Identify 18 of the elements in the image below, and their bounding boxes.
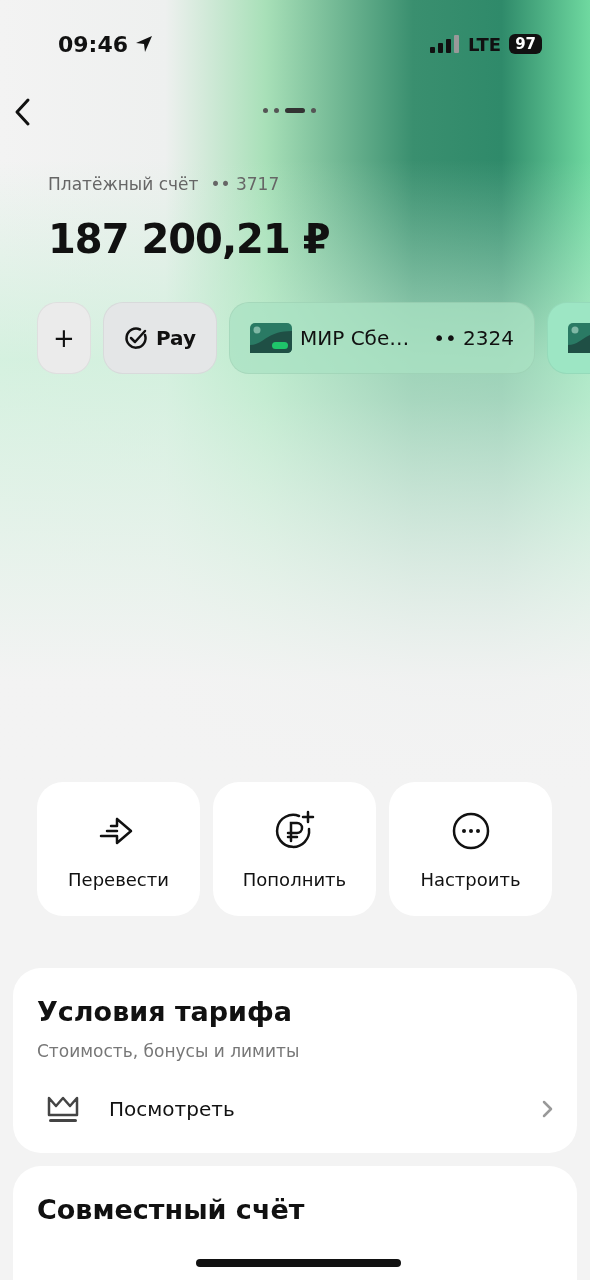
card-title: Совместный счёт bbox=[37, 1194, 306, 1225]
pay-button[interactable]: Pay bbox=[103, 302, 217, 374]
account-number: •• 3717 bbox=[210, 174, 280, 194]
action-button[interactable]: Пополнить bbox=[213, 782, 376, 916]
status-time: 09:46 bbox=[58, 31, 129, 57]
add-button[interactable]: + bbox=[37, 302, 91, 374]
card-chip[interactable]: МИР Сбе… •• 2324 bbox=[229, 302, 535, 374]
card-subtitle: Стоимость, бонусы и лимиты bbox=[37, 1041, 301, 1061]
action-button[interactable]: Перевести bbox=[37, 782, 200, 916]
card-number: •• 2324 bbox=[433, 326, 514, 350]
card-name: МИР Сбе… bbox=[300, 326, 410, 350]
action-button[interactable]: Настроить bbox=[389, 782, 552, 916]
network-type: LTE bbox=[468, 33, 502, 55]
account-label: Платёжный счёт bbox=[48, 174, 199, 194]
card-title: Условия тарифа bbox=[37, 996, 293, 1027]
battery-indicator: 97 bbox=[509, 34, 542, 54]
account-balance: 187 200,21 ₽ bbox=[47, 215, 331, 262]
view-link[interactable]: Посмотреть bbox=[109, 1097, 235, 1121]
